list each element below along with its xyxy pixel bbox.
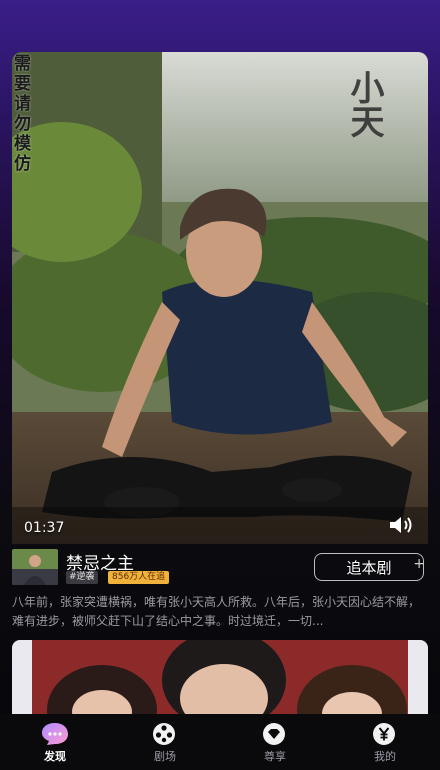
yen-icon xyxy=(373,723,395,745)
drama-synopsis[interactable]: 八年前，张家突遭横祸，唯有张小天高人所救。八年后，张小天因心结不解，难有进步，被… xyxy=(12,593,428,631)
film-reel-icon xyxy=(153,723,175,745)
nav-label: 尊享 xyxy=(264,750,286,763)
playback-time: 01:37 xyxy=(24,520,65,536)
discover-icon xyxy=(42,723,68,745)
volume-icon[interactable] xyxy=(388,514,416,536)
drama-info-row: 禁忌之主 #逆袭 856万人在追 追本剧 + xyxy=(12,549,428,589)
video-calligraphy-text: 小天 xyxy=(344,70,384,138)
nav-label: 我的 xyxy=(374,750,396,763)
plus-icon: + xyxy=(413,556,425,572)
bottom-navigation: 发现 剧场 尊享 我的 xyxy=(0,714,440,770)
nav-mine[interactable]: 我的 xyxy=(340,714,430,770)
nav-label: 剧场 xyxy=(154,750,176,763)
next-video-card[interactable] xyxy=(12,640,428,718)
nav-label: 发现 xyxy=(44,750,66,763)
nav-theater[interactable]: 剧场 xyxy=(120,714,210,770)
follow-drama-button[interactable]: 追本剧 + xyxy=(314,553,425,581)
follow-button-label: 追本剧 xyxy=(346,559,392,577)
nav-premium[interactable]: 尊享 xyxy=(230,714,320,770)
video-player[interactable]: 需要 请勿模仿 小天 01:37 xyxy=(12,52,428,544)
nav-discover[interactable]: 发现 xyxy=(10,714,100,770)
drama-poster-thumbnail[interactable] xyxy=(12,549,58,585)
video-overlay-caption: 需要 请勿模仿 xyxy=(14,54,31,174)
diamond-icon xyxy=(263,723,285,745)
followers-badge: 856万人在追 xyxy=(108,571,170,584)
genre-tag: #逆袭 xyxy=(66,571,98,584)
next-video-thumbnail xyxy=(12,640,428,718)
